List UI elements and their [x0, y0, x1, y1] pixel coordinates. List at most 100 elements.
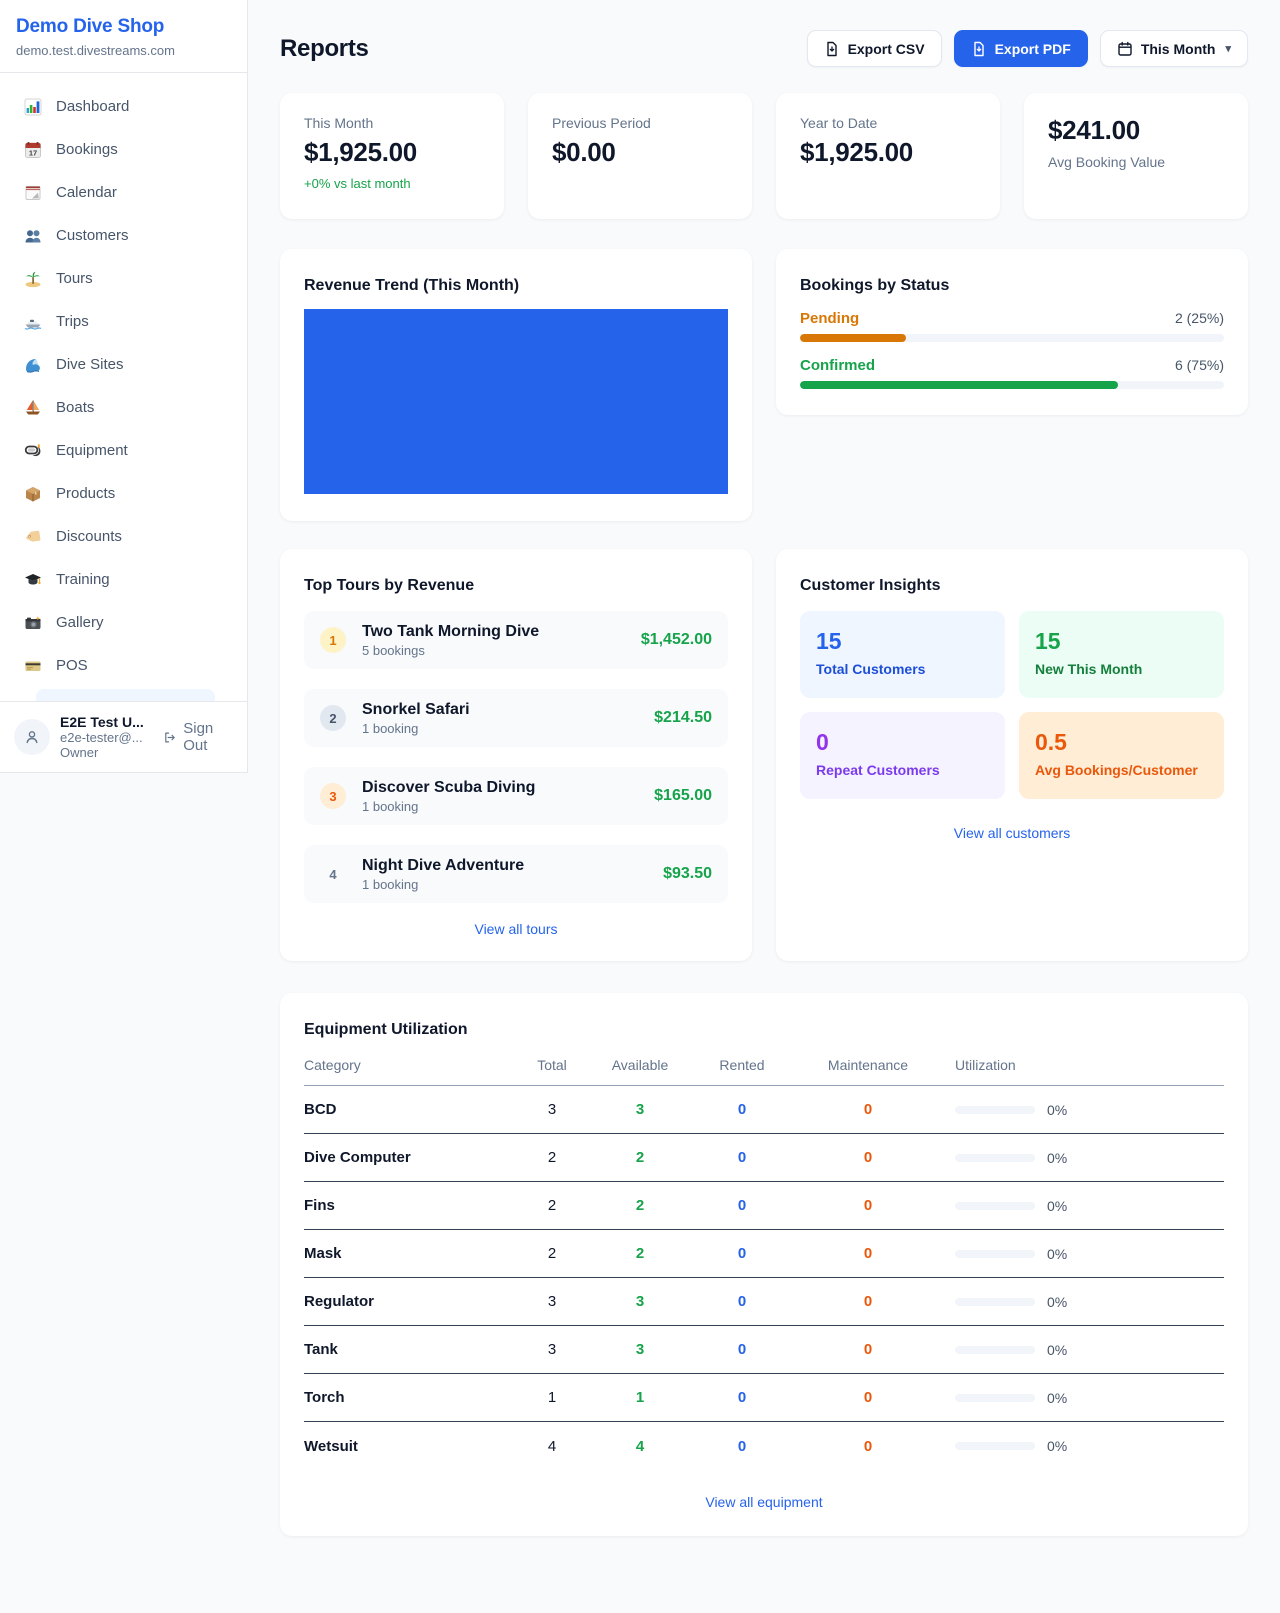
- list-item[interactable]: 2 Snorkel Safari1 booking $214.50: [304, 689, 728, 747]
- cell-rented: 0: [680, 1197, 804, 1214]
- rank-badge: 4: [320, 861, 346, 887]
- trips-icon: [24, 313, 42, 331]
- kpi-label: Previous Period: [552, 115, 728, 131]
- tours-icon: [24, 270, 42, 288]
- table-row: Wetsuit 4 4 0 0 0%: [304, 1422, 1224, 1470]
- kpi-value: $0.00: [552, 137, 728, 168]
- status-label: Pending: [800, 310, 859, 327]
- insight-tile-total-customers: 15 Total Customers: [800, 611, 1005, 698]
- training-icon: [24, 571, 42, 589]
- cell-total: 2: [504, 1149, 600, 1166]
- cell-available: 4: [600, 1438, 680, 1455]
- cell-rented: 0: [680, 1149, 804, 1166]
- cell-utilization: 0%: [932, 1342, 1224, 1358]
- avatar: [14, 719, 50, 755]
- shop-domain: demo.test.divestreams.com: [16, 43, 223, 58]
- sidebar-item-tours[interactable]: Tours: [8, 257, 239, 300]
- sidebar-item-gallery[interactable]: Gallery: [8, 601, 239, 644]
- sidebar-item-customers[interactable]: Customers: [8, 214, 239, 257]
- cell-category: Tank: [304, 1341, 504, 1358]
- utilization-percent: 0%: [1047, 1294, 1067, 1310]
- sidebar-item-calendar[interactable]: Calendar: [8, 171, 239, 214]
- sidebar-item-label: Gallery: [56, 614, 104, 631]
- insight-label: New This Month: [1035, 661, 1208, 677]
- customers-icon: [24, 227, 42, 245]
- sign-out-button[interactable]: Sign Out: [163, 720, 233, 754]
- sidebar-item-label: Tours: [56, 270, 93, 287]
- period-dropdown[interactable]: This Month ▾: [1100, 30, 1248, 67]
- view-all-tours-link[interactable]: View all tours: [304, 921, 728, 937]
- customer-insights-card: Customer Insights 15 Total Customers 15 …: [776, 549, 1248, 961]
- cell-total: 2: [504, 1245, 600, 1262]
- bookings-by-status-card: Bookings by Status Pending 2 (25%) Confi…: [776, 249, 1248, 415]
- equipment-utilization-card: Equipment Utilization Category Total Ava…: [280, 993, 1248, 1536]
- kpi-delta: +0% vs last month: [304, 176, 480, 191]
- sidebar-item-dive-sites[interactable]: Dive Sites: [8, 343, 239, 386]
- equipment-table: Category Total Available Rented Maintena…: [304, 1057, 1224, 1470]
- utilization-bar: [955, 1394, 1035, 1402]
- sidebar-item-boats[interactable]: Boats: [8, 386, 239, 429]
- sidebar-item-label: Equipment: [56, 442, 128, 459]
- sidebar-item-bookings[interactable]: 17 Bookings: [8, 128, 239, 171]
- sidebar-item-label: Bookings: [56, 141, 118, 158]
- cell-maintenance: 0: [804, 1101, 932, 1118]
- bookings-icon: 17: [24, 141, 42, 159]
- view-all-equipment-link[interactable]: View all equipment: [304, 1494, 1224, 1510]
- tour-name: Night Dive Adventure: [362, 857, 524, 875]
- sidebar-item-label: Trips: [56, 313, 89, 330]
- brand-block: Demo Dive Shop demo.test.divestreams.com: [0, 0, 247, 73]
- page-title: Reports: [280, 35, 369, 63]
- list-item[interactable]: 3 Discover Scuba Diving1 booking $165.00: [304, 767, 728, 825]
- export-csv-label: Export CSV: [848, 41, 925, 57]
- export-csv-button[interactable]: Export CSV: [807, 30, 942, 67]
- sidebar-item-label: Training: [56, 571, 110, 588]
- sidebar-item-training[interactable]: Training: [8, 558, 239, 601]
- tour-amount: $1,452.00: [641, 631, 712, 649]
- sidebar-item-equipment[interactable]: Equipment: [8, 429, 239, 472]
- status-count: 2 (25%): [1175, 310, 1224, 326]
- bookings-by-status-title: Bookings by Status: [800, 277, 1224, 295]
- period-label: This Month: [1141, 41, 1216, 57]
- sidebar-item-pos[interactable]: POS: [8, 644, 239, 687]
- tour-bookings: 5 bookings: [362, 643, 539, 658]
- sidebar-item-products[interactable]: Products: [8, 472, 239, 515]
- sidebar-nav: Dashboard 17 Bookings Calendar Customers…: [0, 73, 247, 701]
- top-tours-title: Top Tours by Revenue: [304, 577, 728, 595]
- cell-maintenance: 0: [804, 1341, 932, 1358]
- cell-utilization: 0%: [932, 1150, 1224, 1166]
- table-row: Fins 2 2 0 0 0%: [304, 1182, 1224, 1230]
- insight-label: Avg Bookings/Customer: [1035, 762, 1208, 778]
- column-header: Category: [304, 1057, 504, 1073]
- cell-available: 2: [600, 1245, 680, 1262]
- status-label: Confirmed: [800, 357, 875, 374]
- cell-available: 3: [600, 1293, 680, 1310]
- tour-name: Discover Scuba Diving: [362, 779, 535, 797]
- column-header: Available: [600, 1057, 680, 1073]
- shop-name: Demo Dive Shop: [16, 16, 223, 38]
- cell-total: 3: [504, 1101, 600, 1118]
- equipment-utilization-title: Equipment Utilization: [304, 1021, 1224, 1039]
- kpi-value: $1,925.00: [304, 137, 480, 168]
- tour-name: Two Tank Morning Dive: [362, 623, 539, 641]
- cell-utilization: 0%: [932, 1294, 1224, 1310]
- kpi-card-year-to-date: Year to Date $1,925.00: [776, 93, 1000, 219]
- insight-value: 0.5: [1035, 729, 1208, 756]
- view-all-customers-link[interactable]: View all customers: [800, 825, 1224, 841]
- cell-maintenance: 0: [804, 1389, 932, 1406]
- sidebar-item-label: Dive Sites: [56, 356, 124, 373]
- status-bar-track: [800, 381, 1224, 389]
- cell-category: BCD: [304, 1101, 504, 1118]
- export-pdf-button[interactable]: Export PDF: [954, 30, 1088, 67]
- pos-icon: [24, 657, 42, 675]
- list-item[interactable]: 1 Two Tank Morning Dive5 bookings $1,452…: [304, 611, 728, 669]
- sidebar-item-discounts[interactable]: Discounts: [8, 515, 239, 558]
- table-row: Tank 3 3 0 0 0%: [304, 1326, 1224, 1374]
- gallery-icon: [24, 614, 42, 632]
- cell-category: Dive Computer: [304, 1149, 504, 1166]
- sidebar-item-dashboard[interactable]: Dashboard: [8, 85, 239, 128]
- sidebar-item-reports-active-clipped[interactable]: [36, 689, 215, 701]
- cell-utilization: 0%: [932, 1438, 1224, 1454]
- sidebar-item-trips[interactable]: Trips: [8, 300, 239, 343]
- cell-category: Regulator: [304, 1293, 504, 1310]
- list-item[interactable]: 4 Night Dive Adventure1 booking $93.50: [304, 845, 728, 903]
